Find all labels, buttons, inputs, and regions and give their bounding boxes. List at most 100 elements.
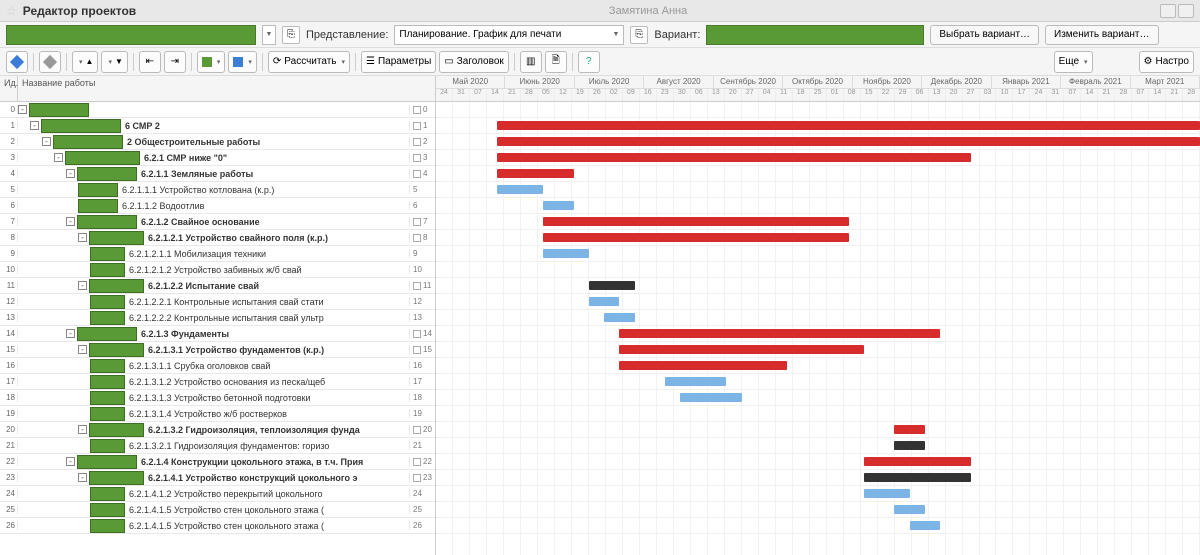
gantt-bar[interactable] — [497, 169, 573, 178]
expander-icon[interactable]: - — [78, 281, 87, 290]
gantt-bar[interactable] — [864, 473, 971, 482]
task-row[interactable]: 106.2.1.2.1.2 Устройство забивных ж/б св… — [0, 262, 435, 278]
task-row[interactable]: 256.2.1.4.1.5 Устройство стен цокольного… — [0, 502, 435, 518]
task-row[interactable]: 3-6.2.1 СМР ниже "0"3 — [0, 150, 435, 166]
task-row[interactable]: 8-6.2.1.2.1 Устройство свайного поля (к.… — [0, 230, 435, 246]
gantt-bar[interactable] — [864, 489, 910, 498]
change-variant-button[interactable]: Изменить вариант… — [1045, 25, 1158, 45]
task-row[interactable]: 23-6.2.1.4.1 Устройство конструкций цоко… — [0, 470, 435, 486]
expander-icon[interactable]: - — [42, 137, 51, 146]
task-row[interactable]: 246.2.1.4.1.2 Устройство перекрытий цоко… — [0, 486, 435, 502]
more-button[interactable]: Еще ▾ — [1054, 51, 1093, 73]
expander-icon[interactable]: - — [66, 457, 75, 466]
expander-icon[interactable]: - — [18, 105, 27, 114]
view-select[interactable]: Планирование. График для печати ▼ — [394, 25, 624, 45]
task-row[interactable]: 66.2.1.1.2 Водоотлив6 — [0, 198, 435, 214]
project-selector[interactable] — [6, 25, 256, 45]
gantt-bar[interactable] — [497, 121, 1200, 130]
gantt-bar[interactable] — [543, 233, 849, 242]
gantt-bar[interactable] — [619, 345, 863, 354]
calculate-button[interactable]: ⟳ Рассчитать ▾ — [268, 51, 350, 73]
timeline-tick: 04 — [759, 89, 776, 102]
help-button[interactable]: ? — [578, 51, 600, 73]
expander-icon[interactable]: - — [66, 329, 75, 338]
task-row[interactable]: 2-2 Общестроительные работы2 — [0, 134, 435, 150]
task-row[interactable]: 126.2.1.2.2.1 Контрольные испытания свай… — [0, 294, 435, 310]
gantt-bar[interactable] — [619, 361, 787, 370]
task-row[interactable]: 56.2.1.1.1 Устройство котлована (к.р.)5 — [0, 182, 435, 198]
indent-button[interactable]: ⇥ — [164, 51, 186, 73]
task-row[interactable]: 176.2.1.3.1.2 Устройство основания из пе… — [0, 374, 435, 390]
favorite-star-icon[interactable]: ☆ — [6, 4, 17, 18]
gantt-bar[interactable] — [543, 201, 574, 210]
gantt-row — [436, 486, 1200, 502]
task-row[interactable]: 11-6.2.1.2.2 Испытание свай11 — [0, 278, 435, 294]
task-row[interactable]: 20-6.2.1.3.2 Гидроизоляция, теплоизоляци… — [0, 422, 435, 438]
expander-icon[interactable]: - — [66, 217, 75, 226]
link-icon[interactable]: ⎘ — [282, 26, 300, 44]
move-up-button[interactable]: ▾ — [72, 51, 98, 73]
gantt-bar[interactable] — [894, 505, 925, 514]
gantt-bar[interactable] — [665, 377, 726, 386]
parameters-button[interactable]: ☰ Параметры — [361, 51, 436, 73]
task-row[interactable]: 1-6 СМР 21 — [0, 118, 435, 134]
gantt-bar[interactable] — [543, 217, 849, 226]
task-row[interactable]: 196.2.1.3.1.4 Устройство ж/б ростверков1… — [0, 406, 435, 422]
tool-button[interactable]: 🗎 — [545, 51, 567, 73]
task-row[interactable]: 216.2.1.3.2.1 Гидроизоляция фундаментов:… — [0, 438, 435, 454]
task-row[interactable]: 4-6.2.1.1 Земляные работы4 — [0, 166, 435, 182]
col-id[interactable]: Ид. — [0, 76, 18, 101]
settings-button[interactable]: ⚙ Настро — [1139, 51, 1194, 73]
gantt-bar[interactable] — [497, 185, 543, 194]
gantt-bar[interactable] — [910, 521, 941, 530]
task-row[interactable]: 166.2.1.3.1.1 Срубка оголовков свай16 — [0, 358, 435, 374]
add-gray-button[interactable] — [39, 51, 61, 73]
gantt-bar[interactable] — [619, 329, 940, 338]
task-row[interactable]: 14-6.2.1.3 Фундаменты14 — [0, 326, 435, 342]
link-icon[interactable]: ⎘ — [630, 26, 648, 44]
expander-icon[interactable]: - — [78, 233, 87, 242]
outdent-button[interactable]: ⇤ — [139, 51, 161, 73]
expander-icon[interactable]: - — [66, 169, 75, 178]
task-row[interactable]: 15-6.2.1.3.1 Устройство фундаментов (к.р… — [0, 342, 435, 358]
gantt-bar[interactable] — [589, 297, 620, 306]
gantt-bar[interactable] — [589, 281, 635, 290]
task-row[interactable]: 186.2.1.3.1.3 Устройство бетонной подгот… — [0, 390, 435, 406]
gantt-bar[interactable] — [543, 249, 589, 258]
task-name: 6 СМР 2 — [125, 121, 160, 131]
window-button[interactable] — [1160, 4, 1176, 18]
tool-button[interactable]: ▥ — [520, 51, 542, 73]
timeline-tick: 31 — [453, 89, 470, 102]
task-row[interactable]: 7-6.2.1.2 Свайное основание7 — [0, 214, 435, 230]
gantt-bar[interactable] — [680, 393, 741, 402]
gantt-bar[interactable] — [497, 137, 1200, 146]
task-row[interactable]: 96.2.1.2.1.1 Мобилизация техники9 — [0, 246, 435, 262]
window-button[interactable] — [1178, 4, 1194, 18]
variant-selector[interactable] — [706, 25, 924, 45]
header-button[interactable]: ▭ Заголовок — [439, 51, 508, 73]
col-name[interactable]: Название работы — [18, 76, 436, 101]
row-badge: 23 — [409, 473, 435, 482]
task-row[interactable]: 0-0 — [0, 102, 435, 118]
add-blue-button[interactable] — [6, 51, 28, 73]
expander-icon[interactable]: - — [78, 473, 87, 482]
expander-icon[interactable]: - — [30, 121, 39, 130]
gantt-bar[interactable] — [864, 457, 971, 466]
gantt-bar[interactable] — [497, 153, 971, 162]
task-row[interactable]: 266.2.1.4.1.5 Устройство стен цокольного… — [0, 518, 435, 534]
task-row[interactable]: 22-6.2.1.4 Конструкции цокольного этажа,… — [0, 454, 435, 470]
dropdown-caret-icon[interactable]: ▼ — [262, 25, 276, 45]
green-marker-button[interactable]: ▾ — [197, 51, 226, 73]
timeline-tick: 07 — [1064, 89, 1081, 102]
select-variant-button[interactable]: Выбрать вариант… — [930, 25, 1039, 45]
row-id: 3 — [0, 153, 18, 162]
expander-icon[interactable]: - — [78, 345, 87, 354]
blue-marker-button[interactable]: ▾ — [228, 51, 257, 73]
expander-icon[interactable]: - — [54, 153, 63, 162]
gantt-bar[interactable] — [894, 425, 925, 434]
task-row[interactable]: 136.2.1.2.2.2 Контрольные испытания свай… — [0, 310, 435, 326]
gantt-bar[interactable] — [604, 313, 635, 322]
gantt-bar[interactable] — [894, 441, 925, 450]
move-down-button[interactable]: ▾ — [101, 51, 127, 73]
expander-icon[interactable]: - — [78, 425, 87, 434]
